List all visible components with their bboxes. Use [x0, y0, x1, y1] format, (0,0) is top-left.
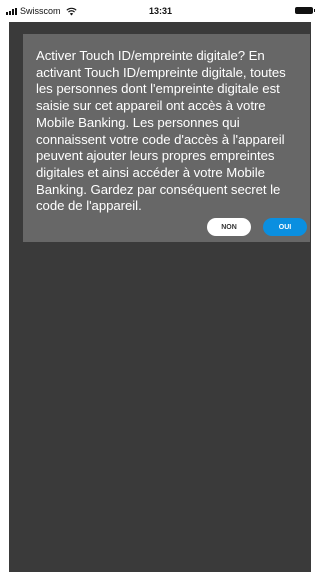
- accept-button[interactable]: OUI: [263, 218, 307, 236]
- touch-id-dialog: Activer Touch ID/empreinte digitale? En …: [23, 34, 310, 242]
- decline-button[interactable]: NON: [207, 218, 251, 236]
- battery-icon: [295, 7, 315, 14]
- status-time: 13:31: [148, 6, 173, 16]
- status-bar: Swisscom 13:31: [0, 0, 321, 22]
- dialog-message: Activer Touch ID/empreinte digitale? En …: [36, 48, 286, 214]
- app-screen-overlay: Activer Touch ID/empreinte digitale? En …: [9, 22, 311, 572]
